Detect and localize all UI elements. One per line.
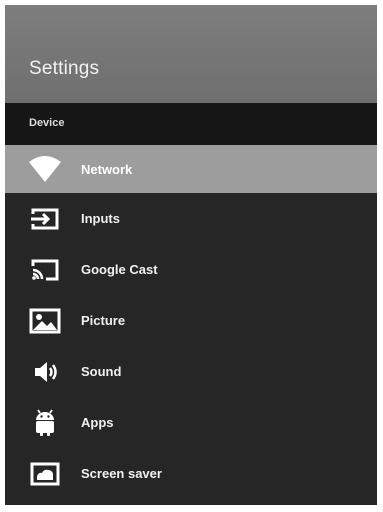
settings-menu-list: Network Inputs Google Cast Picture Sound… [5,145,377,499]
speaker-icon [27,358,63,386]
section-header-device: Device [5,103,377,145]
menu-item-label: Apps [81,415,114,430]
picture-icon [27,307,63,335]
menu-item-inputs[interactable]: Inputs [5,193,377,244]
settings-header: Settings [5,5,377,103]
menu-item-google-cast[interactable]: Google Cast [5,244,377,295]
android-icon [27,409,63,437]
wifi-icon [27,155,63,183]
menu-item-label: Inputs [81,211,120,226]
menu-item-picture[interactable]: Picture [5,295,377,346]
settings-screen: Settings Device Network Inputs Google Ca… [5,5,377,505]
menu-item-network[interactable]: Network [5,145,377,193]
screen-saver-icon [27,460,63,488]
cast-icon [27,256,63,284]
section-label: Device [29,117,65,129]
input-icon [27,205,63,233]
menu-item-label: Sound [81,364,122,379]
menu-item-apps[interactable]: Apps [5,397,377,448]
menu-item-sound[interactable]: Sound [5,346,377,397]
menu-item-label: Google Cast [81,262,158,277]
menu-item-label: Picture [81,313,126,328]
menu-item-screen-saver[interactable]: Screen saver [5,448,377,499]
page-title: Settings [29,58,100,79]
menu-item-label: Screen saver [81,466,162,481]
menu-item-label: Network [81,161,133,177]
